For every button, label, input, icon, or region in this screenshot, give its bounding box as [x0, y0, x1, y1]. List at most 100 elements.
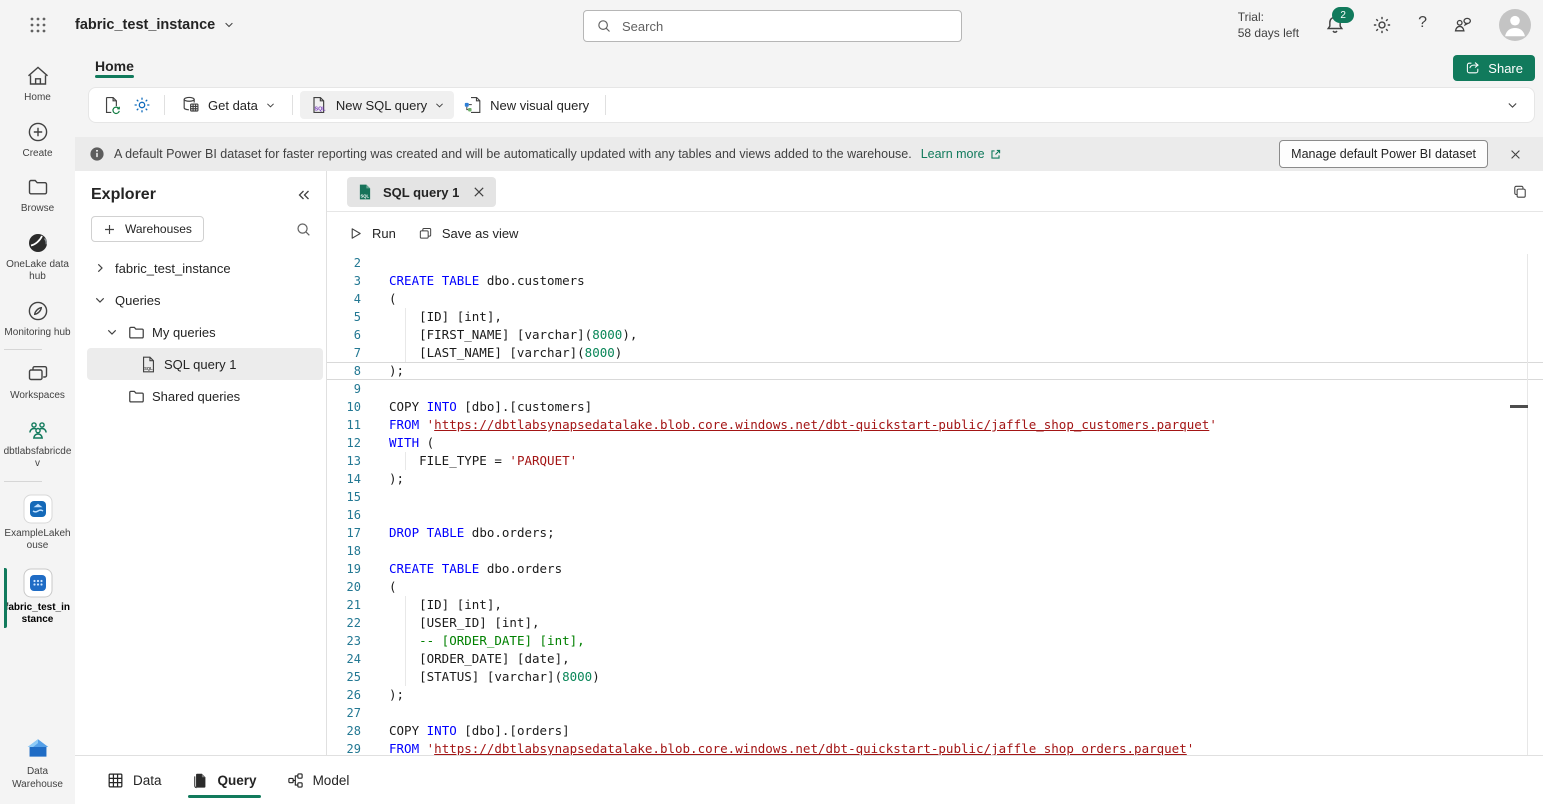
code-line-21[interactable]: 21 [ID] [int],	[327, 596, 1543, 614]
sidebar-item-fabric-test-instance[interactable]: fabric_test_instance	[4, 562, 72, 634]
sidebar-item-data-warehouse[interactable]: Data Warehouse	[0, 730, 75, 798]
new-visual-query-button[interactable]: New visual query	[454, 91, 598, 119]
toolbar-collapse-button[interactable]	[1498, 91, 1526, 119]
grid-table-icon	[107, 772, 124, 789]
get-data-button[interactable]: Get data	[172, 91, 285, 119]
tree-item-queries[interactable]: Queries	[87, 284, 323, 316]
learn-more-link[interactable]: Learn more	[921, 147, 1002, 161]
divider	[605, 95, 606, 115]
tab-sql-query-1[interactable]: SQL SQL query 1	[347, 177, 496, 207]
code-line-23[interactable]: 23 -- [ORDER_DATE] [int],	[327, 632, 1543, 650]
code-line-10[interactable]: 10COPY INTO [dbo].[customers]	[327, 398, 1543, 416]
tree-item-fabric-test-instance[interactable]: fabric_test_instance	[87, 252, 323, 284]
chevron-down-icon[interactable]	[103, 326, 121, 338]
sidebar-item-examplelakehouse[interactable]: ExampleLakehouse	[4, 488, 72, 560]
code-line-16[interactable]: 16	[327, 506, 1543, 524]
view-tab-query[interactable]: Query	[180, 756, 269, 804]
share-button[interactable]: Share	[1453, 55, 1535, 81]
sidebar-item-workspaces[interactable]: Workspaces	[4, 356, 72, 410]
tab-home[interactable]: Home	[83, 52, 146, 80]
code-line-22[interactable]: 22 [USER_ID] [int],	[327, 614, 1543, 632]
tree-item-my-queries[interactable]: My queries	[87, 316, 323, 348]
divider	[4, 349, 42, 350]
avatar[interactable]	[1499, 9, 1531, 41]
view-tab-model[interactable]: Model	[275, 756, 362, 804]
code-line-14[interactable]: 14);	[327, 470, 1543, 488]
add-warehouses-button[interactable]: Warehouses	[91, 216, 204, 242]
code-line-15[interactable]: 15	[327, 488, 1543, 506]
tab-close-icon[interactable]	[472, 185, 486, 199]
sidebar-item-label: Workspaces	[4, 390, 72, 403]
code-line-28[interactable]: 28COPY INTO [dbo].[orders]	[327, 722, 1543, 740]
svg-text:SQL: SQL	[314, 107, 326, 113]
line-number: 28	[327, 722, 371, 740]
code-line-27[interactable]: 27	[327, 704, 1543, 722]
save-as-view-button[interactable]: Save as view	[418, 226, 519, 241]
tree-item-sql-query-1[interactable]: SQLSQL query 1	[87, 348, 323, 380]
help-button[interactable]: ?	[1418, 14, 1427, 36]
tree-item-shared-queries[interactable]: Shared queries	[87, 380, 323, 412]
code-line-7[interactable]: 7 [LAST_NAME] [varchar](8000)	[327, 344, 1543, 362]
folder-icon	[26, 175, 50, 199]
sidebar-item-home[interactable]: Home	[4, 58, 72, 112]
manage-default-dataset-button[interactable]: Manage default Power BI dataset	[1279, 140, 1488, 168]
chevron-down-icon[interactable]	[91, 294, 109, 306]
copy-icon[interactable]	[1511, 183, 1529, 201]
app-launcher-button[interactable]	[0, 0, 75, 50]
feedback-button[interactable]	[1452, 14, 1474, 36]
onelake-icon	[26, 231, 50, 255]
sidebar-item-onelake-data-hub[interactable]: OneLake data hub	[4, 225, 72, 291]
code-line-11[interactable]: 11FROM 'https://dbtlabsynapsedatalake.bl…	[327, 416, 1543, 434]
code-line-9[interactable]: 9	[327, 380, 1543, 398]
sidebar-item-dbtlabsfabricdev[interactable]: dbtlabsfabricdev	[4, 412, 72, 478]
explorer-header: Explorer	[75, 171, 326, 214]
run-button[interactable]: Run	[348, 226, 396, 241]
code-line-17[interactable]: 17DROP TABLE dbo.orders;	[327, 524, 1543, 542]
global-search[interactable]	[583, 10, 962, 42]
code-line-13[interactable]: 13 FILE_TYPE = 'PARQUET'	[327, 452, 1543, 470]
settings-button[interactable]	[1371, 14, 1393, 36]
database-icon	[181, 95, 201, 115]
ribbon-toolbar: Get data SQL New SQL query New visual qu…	[88, 87, 1535, 123]
code-line-26[interactable]: 26);	[327, 686, 1543, 704]
indent-guide	[405, 632, 406, 650]
sidebar-item-browse[interactable]: Browse	[4, 169, 72, 223]
code-line-25[interactable]: 25 [STATUS] [varchar](8000)	[327, 668, 1543, 686]
search-input[interactable]	[620, 18, 961, 35]
code-line-12[interactable]: 12WITH (	[327, 434, 1543, 452]
code-area[interactable]: 23CREATE TABLE dbo.customers4(5 [ID] [in…	[327, 254, 1543, 755]
code-line-2[interactable]: 2	[327, 254, 1543, 272]
code-line-24[interactable]: 24 [ORDER_DATE] [date],	[327, 650, 1543, 668]
view-tab-label: Query	[218, 773, 257, 788]
code-line-20[interactable]: 20(	[327, 578, 1543, 596]
tree-item-label: SQL query 1	[164, 357, 237, 372]
tab-label: SQL query 1	[383, 185, 459, 200]
code-line-6[interactable]: 6 [FIRST_NAME] [varchar](8000),	[327, 326, 1543, 344]
code-line-5[interactable]: 5 [ID] [int],	[327, 308, 1543, 326]
info-banner: A default Power BI dataset for faster re…	[75, 137, 1543, 171]
code-line-29[interactable]: 29FROM 'https://dbtlabsynapsedatalake.bl…	[327, 740, 1543, 755]
plus-circle-icon	[26, 120, 50, 144]
warehouse-settings-button[interactable]	[127, 91, 157, 119]
explorer-panel: Explorer Warehouses fabric_test_instance…	[75, 171, 327, 755]
code-line-19[interactable]: 19CREATE TABLE dbo.orders	[327, 560, 1543, 578]
app-switcher[interactable]: fabric_test_instance	[75, 17, 235, 33]
chevron-right-icon[interactable]	[91, 262, 109, 274]
explorer-search-icon[interactable]	[295, 221, 312, 238]
chevron-down-icon	[434, 100, 445, 111]
collapse-panel-icon[interactable]	[296, 187, 312, 203]
code-line-4[interactable]: 4(	[327, 290, 1543, 308]
view-tab-data[interactable]: Data	[95, 756, 174, 804]
sidebar-item-monitoring-hub[interactable]: Monitoring hub	[4, 293, 72, 347]
banner-close-button[interactable]	[1505, 144, 1525, 164]
code-line-18[interactable]: 18	[327, 542, 1543, 560]
notifications-button[interactable]: 2	[1324, 14, 1346, 36]
overview-ruler[interactable]	[1527, 254, 1528, 755]
code-line-3[interactable]: 3CREATE TABLE dbo.customers	[327, 272, 1543, 290]
new-sql-query-button[interactable]: SQL New SQL query	[300, 91, 454, 119]
sidebar-item-create[interactable]: Create	[4, 114, 72, 168]
indent-guide	[405, 596, 406, 614]
refresh-button[interactable]	[97, 91, 127, 119]
line-number: 19	[327, 560, 371, 578]
code-line-8[interactable]: 8);	[327, 362, 1543, 380]
